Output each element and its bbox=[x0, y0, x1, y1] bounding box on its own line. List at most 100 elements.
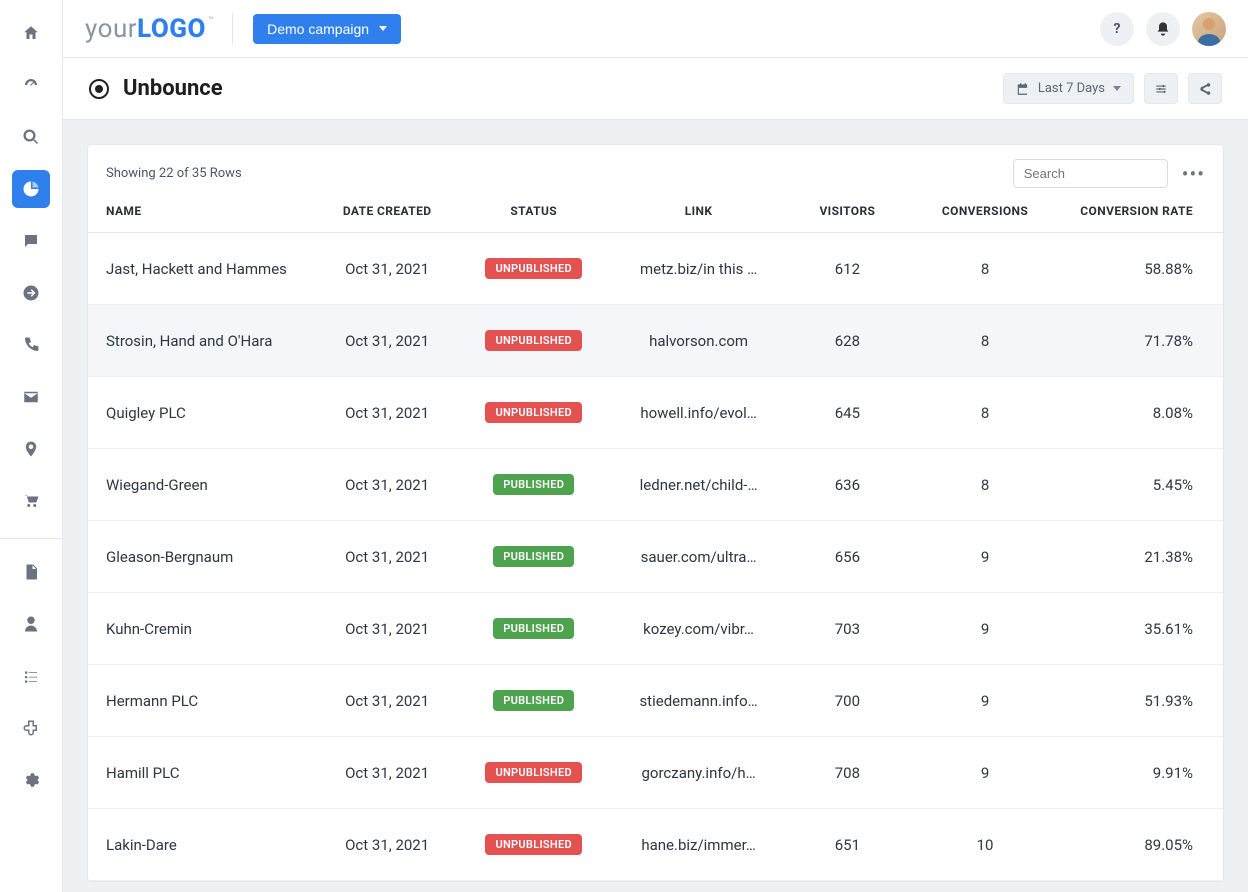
cell-date: Oct 31, 2021 bbox=[345, 692, 429, 710]
cell-date: Oct 31, 2021 bbox=[345, 260, 429, 278]
bell-icon bbox=[1155, 21, 1171, 37]
cell-rate: 8.08% bbox=[1153, 404, 1193, 422]
nav-dashboard[interactable] bbox=[12, 66, 50, 104]
nav-users[interactable] bbox=[12, 605, 50, 643]
nav-integrations[interactable] bbox=[12, 709, 50, 747]
nav-email[interactable] bbox=[12, 378, 50, 416]
cell-link[interactable]: hane.biz/immer… bbox=[641, 836, 755, 854]
cell-date: Oct 31, 2021 bbox=[345, 620, 429, 638]
status-badge: UNPUBLISHED bbox=[485, 330, 582, 351]
nav-cart[interactable] bbox=[12, 482, 50, 520]
cell-link[interactable]: sauer.com/ultra… bbox=[641, 548, 757, 566]
cell-date: Oct 31, 2021 bbox=[345, 548, 429, 566]
cell-rate: 51.93% bbox=[1144, 692, 1193, 710]
status-badge: UNPUBLISHED bbox=[485, 834, 582, 855]
brand-part1: your bbox=[85, 14, 137, 44]
cell-conversions: 9 bbox=[981, 692, 989, 710]
campaign-label: Demo campaign bbox=[267, 21, 369, 37]
cell-conversions: 9 bbox=[981, 764, 989, 782]
table-row[interactable]: Strosin, Hand and O'HaraOct 31, 2021UNPU… bbox=[88, 305, 1223, 377]
cell-link[interactable]: metz.biz/in this … bbox=[640, 260, 757, 278]
nav-deals[interactable] bbox=[12, 274, 50, 312]
cell-link[interactable]: halvorson.com bbox=[649, 332, 748, 350]
col-header-visitors[interactable]: VISITORS bbox=[786, 204, 909, 233]
notifications-button[interactable] bbox=[1146, 12, 1180, 46]
nav-tasks[interactable] bbox=[12, 657, 50, 695]
cell-rate: 71.78% bbox=[1144, 332, 1193, 350]
cell-name: Kuhn-Cremin bbox=[106, 620, 192, 638]
status-badge: UNPUBLISHED bbox=[485, 258, 582, 279]
table-more-menu[interactable]: ••• bbox=[1182, 162, 1205, 186]
table-row[interactable]: Quigley PLC Oct 31, 2021 UNPUBLISHED howell… bbox=[88, 377, 1223, 449]
share-button[interactable] bbox=[1188, 73, 1222, 104]
sliders-icon bbox=[1154, 82, 1168, 96]
cell-link[interactable]: ledner.net/child-… bbox=[640, 476, 758, 494]
unbounce-icon bbox=[89, 79, 109, 99]
table-row[interactable]: Gleason-Bergnaum Oct 31, 2021 PUBLISHED sau… bbox=[88, 521, 1223, 593]
table-row[interactable]: Kuhn-CreminOct 31, 2021PUBLISHEDkozey.co… bbox=[88, 593, 1223, 665]
cell-link[interactable]: howell.info/evol… bbox=[640, 404, 756, 422]
nav-settings[interactable] bbox=[12, 761, 50, 799]
help-button[interactable]: ? bbox=[1100, 12, 1134, 46]
col-header-name[interactable]: NAME bbox=[88, 204, 318, 233]
user-avatar[interactable] bbox=[1192, 12, 1226, 46]
campaign-dropdown[interactable]: Demo campaign bbox=[253, 14, 401, 44]
table-search-input[interactable] bbox=[1013, 159, 1168, 188]
share-icon bbox=[1198, 82, 1212, 96]
cell-date: Oct 31, 2021 bbox=[345, 836, 429, 854]
brand-part2: LOGO bbox=[137, 14, 206, 44]
nav-home[interactable] bbox=[12, 14, 50, 52]
cell-name: Hermann PLC bbox=[106, 692, 198, 710]
cell-visitors: 703 bbox=[835, 620, 860, 638]
cell-visitors: 700 bbox=[835, 692, 860, 710]
cell-link[interactable]: stiedemann.info… bbox=[639, 692, 757, 710]
chevron-down-icon bbox=[379, 26, 387, 31]
col-header-status[interactable]: STATUS bbox=[456, 204, 611, 233]
cell-name: Strosin, Hand and O'Hara bbox=[106, 332, 272, 350]
nav-reports[interactable] bbox=[12, 553, 50, 591]
cell-visitors: 628 bbox=[835, 332, 860, 350]
status-badge: UNPUBLISHED bbox=[485, 402, 582, 423]
cell-visitors: 708 bbox=[835, 764, 860, 782]
cell-date: Oct 31, 2021 bbox=[345, 476, 429, 494]
cell-name: Gleason-Bergnaum bbox=[106, 548, 233, 566]
cell-name: Jast, Hackett and Hammes bbox=[106, 260, 287, 278]
date-range-label: Last 7 Days bbox=[1038, 81, 1105, 96]
status-badge: PUBLISHED bbox=[493, 546, 574, 567]
table-row[interactable]: Wiegand-GreenOct 31, 2021PUBLISHEDledner… bbox=[88, 449, 1223, 521]
cell-date: Oct 31, 2021 bbox=[345, 404, 429, 422]
cell-name: Quigley PLC bbox=[106, 404, 186, 422]
col-header-conversions[interactable]: CONVERSIONS bbox=[909, 204, 1062, 233]
cell-link[interactable]: kozey.com/vibr… bbox=[643, 620, 754, 638]
nav-calls[interactable] bbox=[12, 326, 50, 364]
col-header-rate[interactable]: CONVERSION RATE bbox=[1061, 204, 1223, 233]
cell-conversions: 8 bbox=[981, 260, 989, 278]
status-badge: PUBLISHED bbox=[493, 690, 574, 711]
nav-location[interactable] bbox=[12, 430, 50, 468]
brand-tm: ™ bbox=[208, 16, 214, 26]
col-header-link[interactable]: LINK bbox=[611, 204, 786, 233]
table-row[interactable]: Lakin-DareOct 31, 2021UNPUBLISHEDhane.bi… bbox=[88, 809, 1223, 881]
nav-search[interactable] bbox=[12, 118, 50, 156]
brand-logo: yourLOGO™ bbox=[85, 14, 212, 44]
cell-rate: 21.38% bbox=[1144, 548, 1193, 566]
status-badge: PUBLISHED bbox=[493, 474, 574, 495]
cell-conversions: 10 bbox=[977, 836, 994, 854]
data-table: NAME DATE CREATED STATUS LINK VISITORS C… bbox=[88, 204, 1223, 881]
sidebar-separator bbox=[0, 538, 62, 539]
col-header-date[interactable]: DATE CREATED bbox=[318, 204, 456, 233]
cell-conversions: 8 bbox=[981, 476, 989, 494]
table-row[interactable]: Hermann PLC Oct 31, 2021 PUBLISHED stiedema… bbox=[88, 665, 1223, 737]
table-row[interactable]: Jast, Hackett and Hammes Oct 31, 2021 UNPU… bbox=[88, 233, 1223, 305]
help-icon: ? bbox=[1114, 21, 1121, 37]
cell-conversions: 8 bbox=[981, 404, 989, 422]
date-range-dropdown[interactable]: Last 7 Days bbox=[1003, 73, 1134, 104]
cell-visitors: 645 bbox=[835, 404, 860, 422]
cell-conversions: 9 bbox=[981, 548, 989, 566]
nav-analytics[interactable] bbox=[12, 170, 50, 208]
filter-button[interactable] bbox=[1144, 73, 1178, 104]
nav-chat[interactable] bbox=[12, 222, 50, 260]
table-row[interactable]: Hamill PLCOct 31, 2021UNPUBLISHEDgorczan… bbox=[88, 737, 1223, 809]
cell-link[interactable]: gorczany.info/h… bbox=[642, 764, 756, 782]
table-summary: Showing 22 of 35 Rows bbox=[106, 166, 242, 181]
